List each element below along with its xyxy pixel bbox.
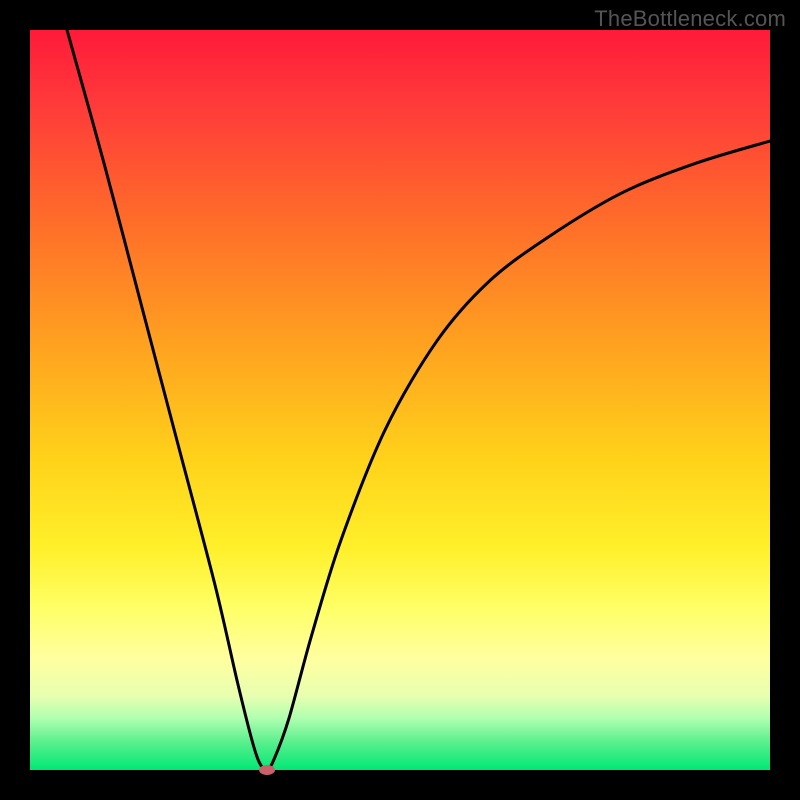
curve-svg [30,30,770,770]
plot-area [30,30,770,770]
minimum-marker [259,765,275,775]
chart-frame: TheBottleneck.com [0,0,800,800]
bottleneck-curve [67,30,770,770]
watermark-text: TheBottleneck.com [594,6,786,32]
